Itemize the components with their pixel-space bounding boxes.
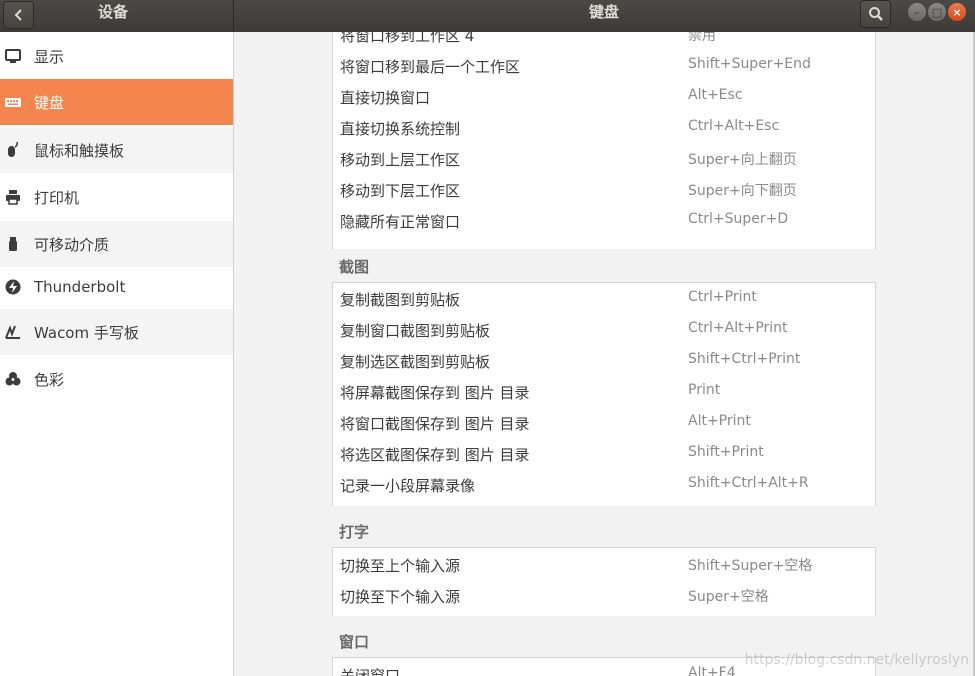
- shortcut-name: 切换至上个输入源: [340, 557, 461, 575]
- watermark: https://blog.csdn.net/kellyroslyn: [744, 652, 969, 668]
- tablet-icon: [5, 325, 20, 339]
- shortcut-name: 将窗口移到最后一个工作区: [340, 58, 521, 76]
- shortcut-row[interactable]: 移动到下层工作区 Super+向下翻页: [333, 174, 875, 205]
- shortcut-name: 切换至下个输入源: [340, 588, 461, 606]
- shortcut-name: 将窗口截图保存到 图片 目录: [340, 415, 530, 433]
- shortcut-name: 直接切换系统控制: [340, 120, 461, 138]
- sidebar-item-label: 显示: [34, 47, 65, 66]
- shortcut-row[interactable]: 复制窗口截图到剪贴板 Ctrl+Alt+Print: [333, 314, 875, 345]
- shortcut-accel: Ctrl+Alt+Print: [688, 320, 788, 336]
- shortcut-row[interactable]: 切换至上个输入源 Shift+Super+空格: [333, 549, 875, 580]
- usb-drive-icon: [9, 237, 17, 251]
- sidebar-item-label: 色彩: [34, 370, 65, 389]
- sidebar-item-label: 键盘: [34, 93, 65, 112]
- shortcut-name: 复制截图到剪贴板: [340, 291, 461, 309]
- sidebar-item-printer[interactable]: 打印机: [0, 174, 233, 220]
- chevron-left-icon: [14, 9, 22, 21]
- shortcut-accel: Print: [688, 382, 721, 398]
- sidebar-item-label: Wacom 手写板: [34, 323, 139, 342]
- shortcut-name: 复制选区截图到剪贴板: [340, 353, 491, 371]
- shortcut-row[interactable]: 将窗口移到工作区 4 禁用: [333, 32, 875, 50]
- shortcut-name: 移动到上层工作区: [340, 151, 461, 169]
- mouse-icon: [8, 142, 18, 157]
- shortcut-row[interactable]: 将窗口移到最后一个工作区 Shift+Super+End: [333, 50, 875, 81]
- shortcut-group-typing: 切换至上个输入源 Shift+Super+空格 切换至下个输入源 Super+空…: [332, 547, 876, 616]
- printer-icon: [6, 190, 20, 205]
- shortcut-row[interactable]: 切换至下个输入源 Super+空格: [333, 580, 875, 611]
- sidebar-item-label: 打印机: [34, 188, 80, 207]
- shortcut-name: 关闭窗口: [340, 667, 401, 676]
- sidebar-item-wacom[interactable]: Wacom 手写板: [0, 309, 233, 355]
- shortcut-row[interactable]: 直接切换窗口 Alt+Esc: [333, 81, 875, 112]
- shortcut-row[interactable]: 记录一小段屏幕录像 Shift+Ctrl+Alt+R: [333, 469, 875, 500]
- maximize-icon: □: [931, 5, 943, 19]
- sidebar-item-label: 鼠标和触摸板: [34, 141, 125, 160]
- shortcut-row[interactable]: 移动到上层工作区 Super+向上翻页: [333, 143, 875, 174]
- header-bar: 设备 键盘 – □ ×: [0, 0, 975, 32]
- sidebar-item-label: 可移动介质: [34, 235, 110, 254]
- color-icon: [5, 372, 21, 386]
- sidebar: 显示 键盘 鼠标和触摸板 打印机 可移动介质 Thunderbolt Wacom…: [0, 32, 234, 676]
- maximize-button[interactable]: □: [928, 3, 946, 21]
- shortcut-accel: Shift+Ctrl+Print: [688, 351, 801, 367]
- shortcut-accel: Super+向下翻页: [688, 183, 797, 199]
- close-button[interactable]: ×: [948, 3, 966, 21]
- shortcut-name: 记录一小段屏幕录像: [340, 477, 476, 495]
- shortcut-accel: Super+向上翻页: [688, 152, 797, 168]
- search-icon: [868, 7, 883, 21]
- sidebar-item-mouse[interactable]: 鼠标和触摸板: [0, 127, 233, 173]
- sidebar-item-display[interactable]: 显示: [0, 33, 233, 79]
- shortcut-name: 移动到下层工作区: [340, 182, 461, 200]
- section-title-typing: 打字: [339, 523, 370, 541]
- shortcut-accel: Shift+Print: [688, 444, 764, 460]
- shortcut-accel: Super+空格: [688, 589, 769, 605]
- shortcut-row[interactable]: 将窗口截图保存到 图片 目录 Alt+Print: [333, 407, 875, 438]
- shortcut-accel: Alt+Print: [688, 413, 751, 429]
- sidebar-item-removable-media[interactable]: 可移动介质: [0, 221, 233, 267]
- thunderbolt-icon: [5, 279, 21, 295]
- close-icon: ×: [952, 5, 962, 19]
- keyboard-icon: [5, 98, 21, 107]
- sidebar-item-color[interactable]: 色彩: [0, 356, 233, 402]
- shortcut-row[interactable]: 将选区截图保存到 图片 目录 Shift+Print: [333, 438, 875, 469]
- shortcut-row[interactable]: 复制选区截图到剪贴板 Shift+Ctrl+Print: [333, 345, 875, 376]
- shortcut-name: 将选区截图保存到 图片 目录: [340, 446, 530, 464]
- sidebar-header: 设备: [0, 0, 234, 32]
- shortcut-name: 复制窗口截图到剪贴板: [340, 322, 491, 340]
- shortcut-name: 隐藏所有正常窗口: [340, 213, 461, 231]
- shortcut-name: 将屏幕截图保存到 图片 目录: [340, 384, 530, 402]
- shortcut-list-pane[interactable]: 将窗口移到工作区 4 禁用 将窗口移到最后一个工作区 Shift+Super+E…: [234, 32, 975, 676]
- back-button[interactable]: [3, 1, 34, 29]
- shortcut-accel: Shift+Super+空格: [688, 558, 813, 574]
- sidebar-item-keyboard[interactable]: 键盘: [0, 79, 233, 125]
- minimize-button[interactable]: –: [908, 3, 926, 21]
- shortcut-name: 直接切换窗口: [340, 89, 431, 107]
- shortcut-accel: Alt+Esc: [688, 87, 743, 103]
- shortcut-group-screenshot: 复制截图到剪贴板 Ctrl+Print 复制窗口截图到剪贴板 Ctrl+Alt+…: [332, 282, 876, 506]
- shortcut-row[interactable]: 复制截图到剪贴板 Ctrl+Print: [333, 283, 875, 314]
- sidebar-item-label: Thunderbolt: [34, 278, 126, 296]
- shortcut-name: 将窗口移到工作区 4: [340, 32, 475, 45]
- sidebar-item-thunderbolt[interactable]: Thunderbolt: [0, 264, 233, 310]
- shortcut-row[interactable]: 将屏幕截图保存到 图片 目录 Print: [333, 376, 875, 407]
- display-icon: [5, 49, 21, 63]
- shortcut-row[interactable]: 隐藏所有正常窗口 Ctrl+Super+D: [333, 205, 875, 236]
- minimize-icon: –: [914, 5, 920, 19]
- shortcut-accel: Shift+Ctrl+Alt+R: [688, 475, 809, 491]
- search-button[interactable]: [860, 0, 891, 28]
- shortcut-accel: Ctrl+Alt+Esc: [688, 118, 780, 134]
- shortcut-accel: Alt+F4: [688, 665, 736, 676]
- shortcut-accel: Shift+Super+End: [688, 56, 811, 72]
- section-title-window: 窗口: [339, 633, 370, 651]
- shortcut-row[interactable]: 直接切换系统控制 Ctrl+Alt+Esc: [333, 112, 875, 143]
- shortcut-group-navigation: 将窗口移到工作区 4 禁用 将窗口移到最后一个工作区 Shift+Super+E…: [332, 32, 876, 249]
- shortcut-accel: 禁用: [688, 32, 716, 44]
- section-title-screenshot: 截图: [339, 258, 370, 276]
- shortcut-accel: Ctrl+Super+D: [688, 211, 789, 227]
- shortcut-accel: Ctrl+Print: [688, 289, 757, 305]
